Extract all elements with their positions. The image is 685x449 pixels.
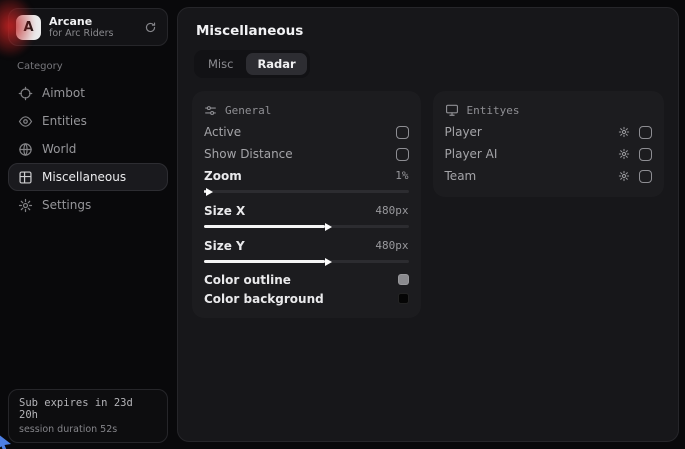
entity-row-player-ai: Player AI (445, 143, 652, 165)
toggle-row-active: Active (204, 121, 409, 143)
active-checkbox[interactable] (396, 126, 409, 139)
sidebar-item-label: Aimbot (42, 86, 85, 100)
slider-thumb[interactable] (325, 223, 332, 231)
tab-radar[interactable]: Radar (246, 53, 306, 75)
entity-settings-gear-icon[interactable] (618, 148, 630, 160)
slider-value: 480px (375, 239, 408, 252)
avatar: A (16, 15, 41, 40)
sidebar-item-entities[interactable]: Entities (8, 107, 168, 135)
sidebar-item-world[interactable]: World (8, 135, 168, 163)
sidebar-item-label: World (42, 142, 76, 156)
color-label: Color outline (204, 273, 291, 287)
toggle-row-show-distance: Show Distance (204, 143, 409, 165)
slider-thumb[interactable] (325, 258, 332, 266)
brand-card: A Arcane for Arc Riders (8, 8, 168, 46)
slider-value: 1% (395, 169, 408, 182)
grid-icon (18, 170, 33, 185)
sidebar-item-label: Settings (42, 198, 91, 212)
globe-icon (18, 142, 33, 157)
crosshair-icon (18, 86, 33, 101)
category-label: Category (17, 61, 168, 72)
entities-card: Entityes Player Player AI (433, 91, 664, 197)
color-label: Color background (204, 292, 324, 306)
session-duration-text: session duration 52s (19, 424, 157, 435)
sub-expiry-text: Sub expires in 23d 20h (19, 397, 157, 421)
general-card: General Active Show Distance Zoom 1% (192, 91, 421, 318)
player-checkbox[interactable] (639, 126, 652, 139)
color-outline-swatch[interactable] (398, 274, 409, 285)
slider-value: 480px (375, 204, 408, 217)
slider-fill (204, 260, 325, 263)
main-panel: Miscellaneous Misc Radar General Active … (177, 7, 679, 442)
toggle-label: Active (204, 125, 241, 139)
brand-name: Arcane (49, 15, 114, 28)
entity-row-player: Player (445, 121, 652, 143)
show-distance-checkbox[interactable] (396, 148, 409, 161)
size-y-slider-group: Size Y 480px (204, 235, 409, 270)
slider-fill (204, 225, 325, 228)
sidebar-item-settings[interactable]: Settings (8, 191, 168, 219)
gear-icon (18, 198, 33, 213)
mouse-cursor (0, 434, 15, 449)
sidebar: A Arcane for Arc Riders Category Aimbot … (0, 0, 176, 449)
slider-label: Size Y (204, 239, 245, 253)
toggle-label: Show Distance (204, 147, 293, 161)
subscription-info: Sub expires in 23d 20h session duration … (8, 389, 168, 443)
size-x-slider[interactable] (204, 225, 409, 228)
slider-thumb[interactable] (206, 188, 213, 196)
entity-settings-gear-icon[interactable] (618, 170, 630, 182)
slider-fill (204, 190, 206, 193)
entity-settings-gear-icon[interactable] (618, 126, 630, 138)
sidebar-item-miscellaneous[interactable]: Miscellaneous (8, 163, 168, 191)
tab-misc[interactable]: Misc (197, 53, 244, 75)
entity-label: Player AI (445, 147, 618, 161)
eye-icon (18, 114, 33, 129)
sidebar-item-label: Entities (42, 114, 87, 128)
player-ai-checkbox[interactable] (639, 148, 652, 161)
sidebar-item-aimbot[interactable]: Aimbot (8, 79, 168, 107)
sidebar-item-label: Miscellaneous (42, 170, 126, 184)
brand-subtitle: for Arc Riders (49, 28, 114, 40)
entity-label: Player (445, 125, 618, 139)
zoom-slider[interactable] (204, 190, 409, 193)
entities-card-title: Entityes (467, 104, 520, 117)
slider-label: Size X (204, 204, 245, 218)
team-checkbox[interactable] (639, 170, 652, 183)
refresh-icon[interactable] (144, 21, 157, 34)
color-background-swatch[interactable] (398, 293, 409, 304)
size-x-slider-group: Size X 480px (204, 200, 409, 235)
page-title: Miscellaneous (196, 23, 664, 39)
zoom-slider-group: Zoom 1% (204, 165, 409, 200)
entity-label: Team (445, 169, 618, 183)
monitor-icon (445, 103, 459, 117)
slider-label: Zoom (204, 169, 242, 183)
sliders-icon (204, 104, 217, 117)
general-card-title: General (225, 104, 271, 117)
color-outline-row: Color outline (204, 270, 409, 289)
entity-row-team: Team (445, 165, 652, 187)
size-y-slider[interactable] (204, 260, 409, 263)
tab-bar: Misc Radar (194, 50, 310, 78)
color-background-row: Color background (204, 289, 409, 308)
